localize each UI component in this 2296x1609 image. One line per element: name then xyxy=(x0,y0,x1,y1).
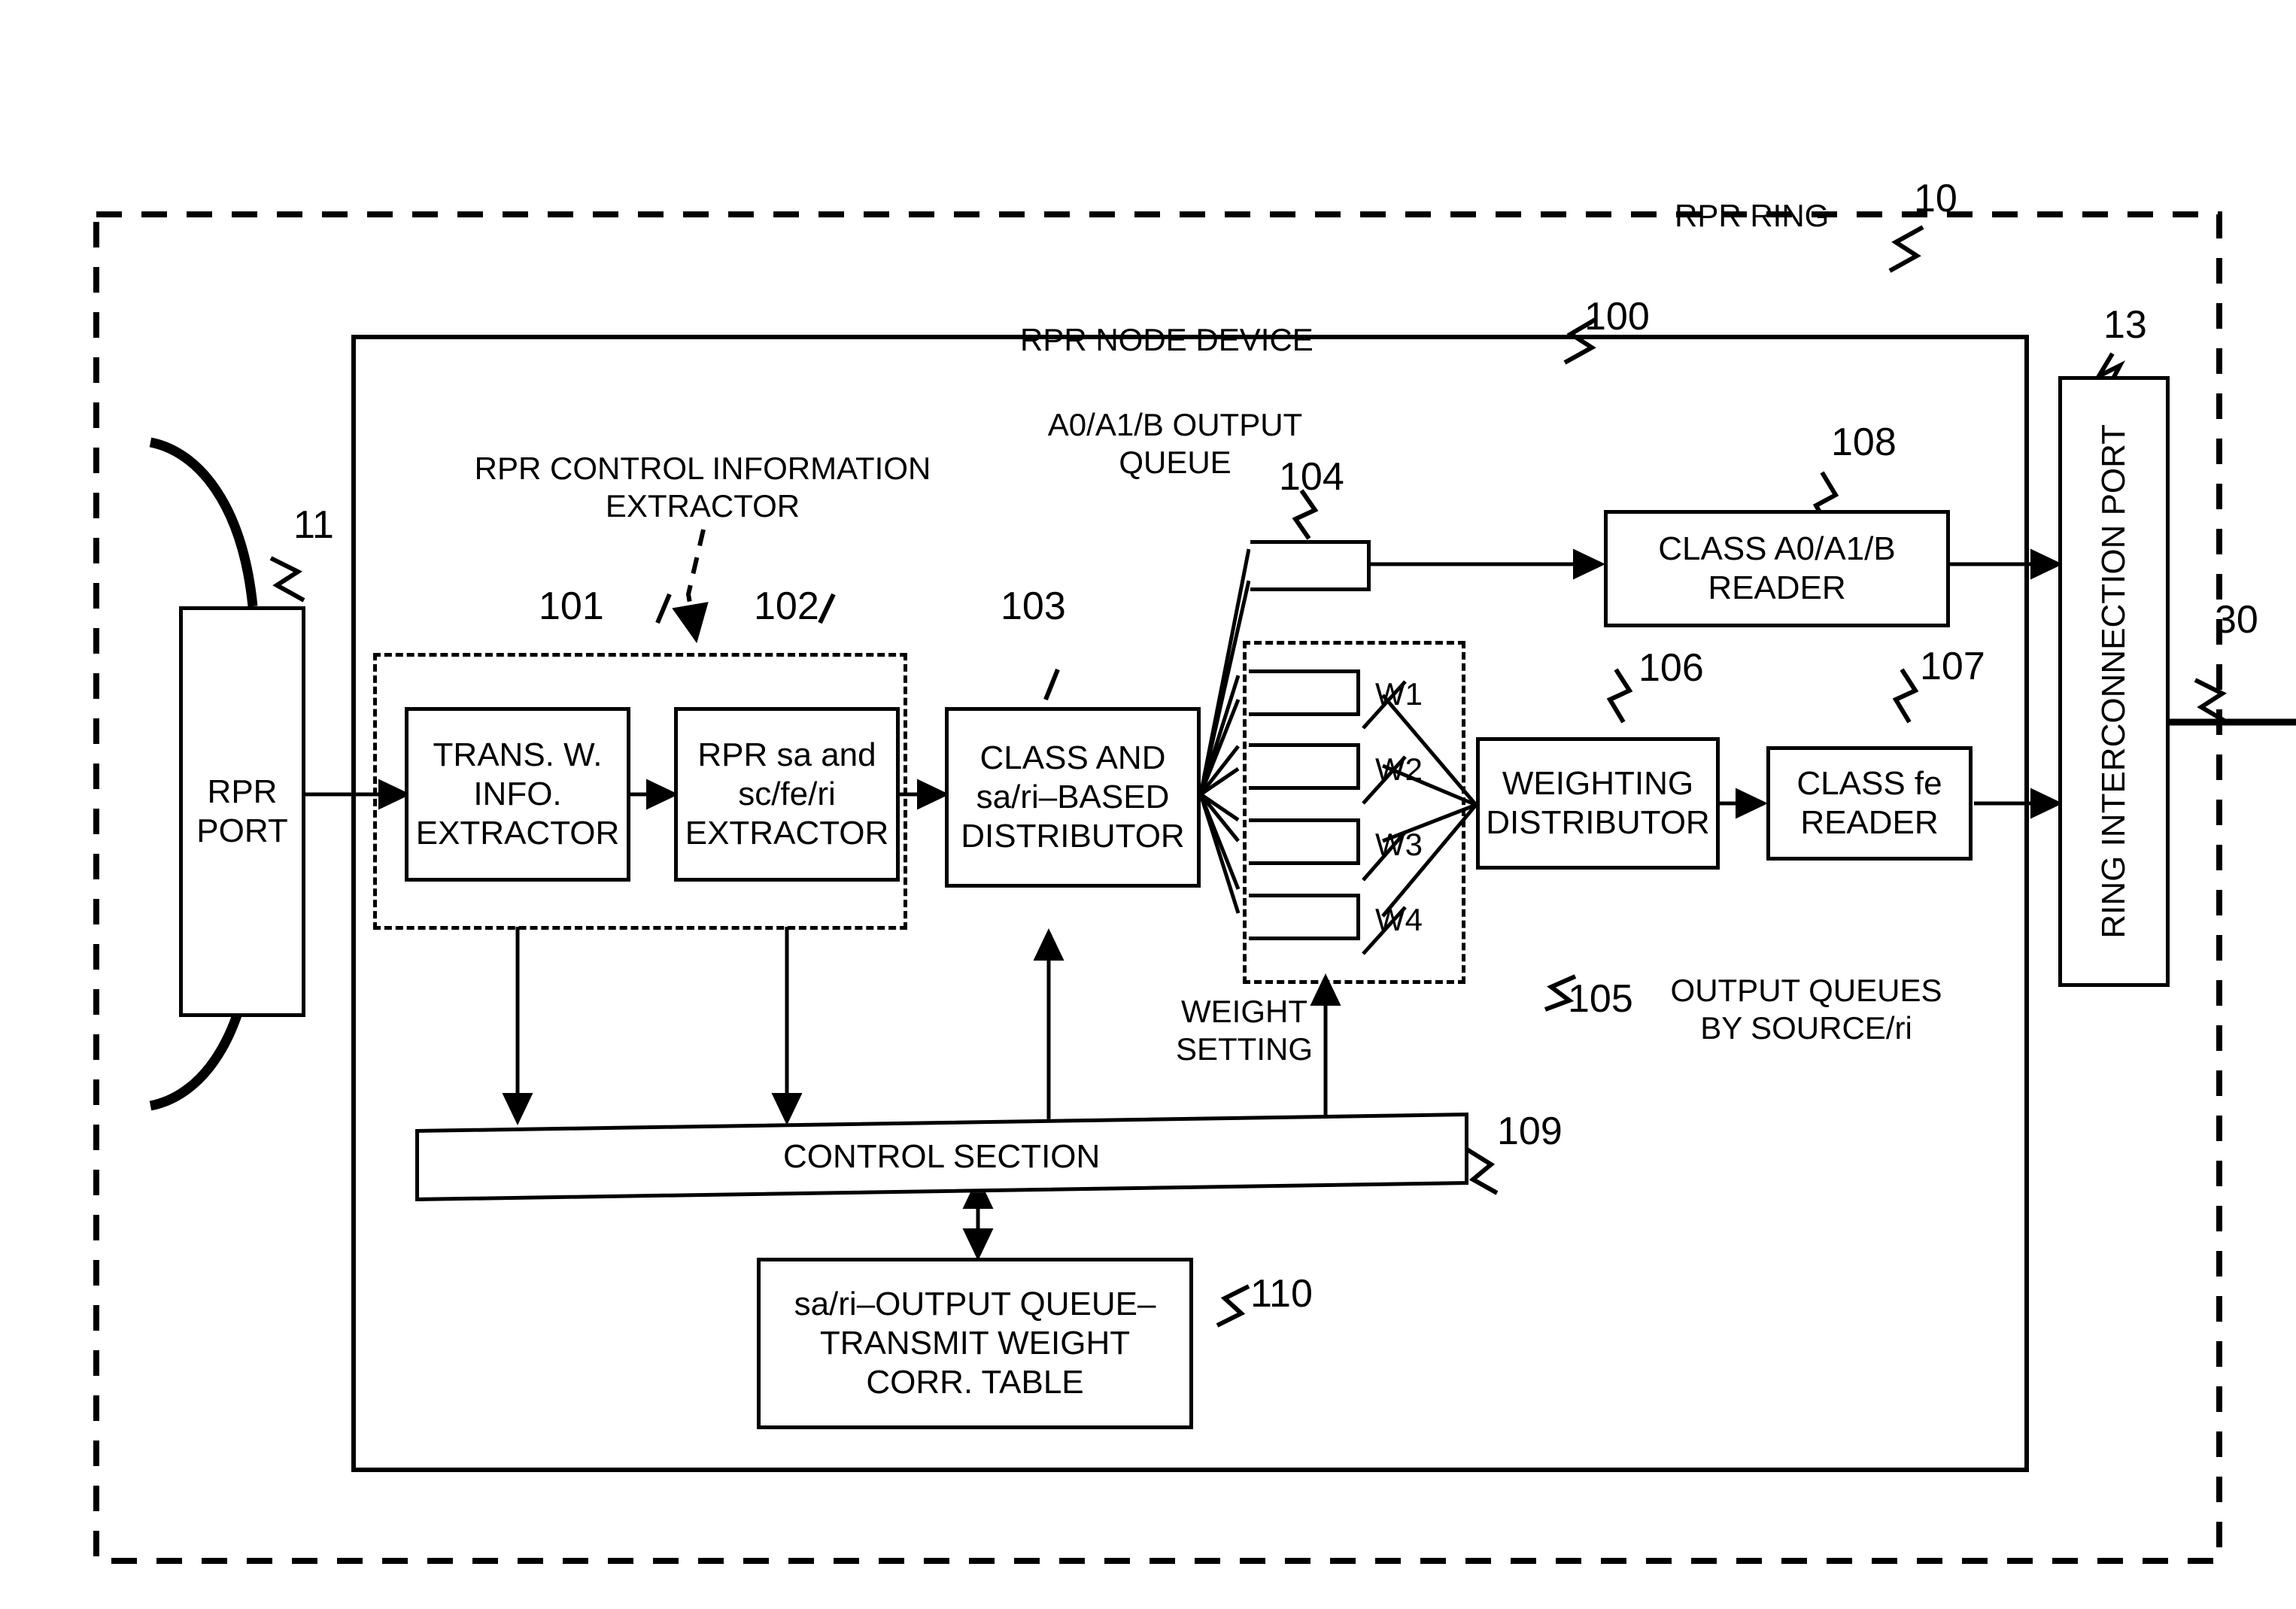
ref-101: 101 xyxy=(539,584,604,628)
leader-102 xyxy=(818,593,836,624)
sa-ri-output-queue-transmit-weight-corr-table-block[interactable]: sa/ri–OUTPUT QUEUE– TRANSMIT WEIGHT CORR… xyxy=(757,1258,1193,1429)
ref-104: 104 xyxy=(1279,455,1344,499)
weighting-distributor-label: WEIGHTING DISTRIBUTOR xyxy=(1486,765,1710,841)
control-section-label: CONTROL SECTION xyxy=(783,1138,1101,1176)
class-and-sa-ri-based-distributor-block[interactable]: CLASS AND sa/ri–BASED DISTRIBUTOR xyxy=(945,707,1201,888)
weighting-distributor-block[interactable]: WEIGHTING DISTRIBUTOR xyxy=(1476,737,1720,870)
ref-13: 13 xyxy=(2103,303,2147,347)
ref-30: 30 xyxy=(2215,598,2258,642)
leader-110 xyxy=(1216,1284,1250,1328)
sa-ri-output-queue-transmit-weight-corr-table-label: sa/ri–OUTPUT QUEUE– TRANSMIT WEIGHT CORR… xyxy=(794,1286,1156,1401)
output-queues-by-source-label: OUTPUT QUEUES BY SOURCE/ri xyxy=(1670,973,1942,1046)
rpr-ring-label: RPR RING xyxy=(1675,198,1830,233)
trans-w-info-extractor-block[interactable]: TRANS. W. INFO. EXTRACTOR xyxy=(405,707,630,882)
ref-100: 100 xyxy=(1584,295,1650,338)
leader-11 xyxy=(269,556,305,603)
leader-10 xyxy=(1888,225,1924,273)
rpr-node-device-label: RPR NODE DEVICE xyxy=(1020,322,1314,357)
ref-11: 11 xyxy=(293,503,334,547)
queue-w4[interactable] xyxy=(1249,894,1360,940)
class-fe-reader-label: CLASS fe READER xyxy=(1796,765,1942,841)
class-fe-reader-block[interactable]: CLASS fe READER xyxy=(1766,746,1973,861)
ref-107: 107 xyxy=(1920,645,1985,688)
figure-canvas: RPR RING 10 RPR NODE DEVICE 100 11 13 30… xyxy=(0,0,2296,1609)
ref-109: 109 xyxy=(1497,1110,1563,1153)
ring-interconnection-port-block[interactable]: RING INTERCONNECTION PORT xyxy=(2058,376,2170,987)
ring-interconnection-port-label: RING INTERCONNECTION PORT xyxy=(2095,424,2133,939)
weight-setting-label: WEIGHT SETTING xyxy=(1175,994,1313,1067)
leader-103 xyxy=(1043,668,1060,701)
ref-105: 105 xyxy=(1568,977,1633,1021)
rpr-port-label: RPR PORT xyxy=(196,773,288,849)
queue-w2[interactable] xyxy=(1249,743,1360,790)
leader-control-info-extractor xyxy=(672,529,709,644)
leader-109 xyxy=(1465,1147,1499,1195)
queue-w2-label: W2 xyxy=(1375,751,1423,787)
ref-103: 103 xyxy=(1001,584,1066,628)
class-a0-a1-b-reader-label: CLASS A0/A1/B READER xyxy=(1658,530,1896,606)
leader-106 xyxy=(1606,668,1633,724)
trans-w-info-extractor-label: TRANS. W. INFO. EXTRACTOR xyxy=(415,736,620,852)
ring-arc-top xyxy=(149,437,258,607)
ref-102: 102 xyxy=(754,584,819,628)
ref-10: 10 xyxy=(1914,177,1957,220)
a0-a1-b-output-queue[interactable] xyxy=(1250,540,1371,591)
queue-w3[interactable] xyxy=(1249,818,1360,865)
rpr-port-block[interactable]: RPR PORT xyxy=(179,606,305,1017)
ref-110: 110 xyxy=(1250,1272,1313,1316)
ref-106: 106 xyxy=(1638,646,1704,690)
queue-w3-label: W3 xyxy=(1375,827,1423,862)
queue-w1-label: W1 xyxy=(1375,676,1423,712)
rpr-control-information-extractor-label: RPR CONTROL INFORMATION EXTRACTOR xyxy=(474,451,931,524)
class-a0-a1-b-reader-block[interactable]: CLASS A0/A1/B READER xyxy=(1604,510,1950,627)
class-and-sa-ri-based-distributor-label: CLASS AND sa/ri–BASED DISTRIBUTOR xyxy=(961,739,1185,855)
leader-107 xyxy=(1892,668,1919,724)
rpr-sa-scfe-ri-extractor-label: RPR sa and sc/fe/ri EXTRACTOR xyxy=(685,736,889,852)
leader-101 xyxy=(655,593,672,624)
queue-w4-label: W4 xyxy=(1375,902,1423,937)
wire-103-to-w4b xyxy=(1198,794,1241,914)
ref-108: 108 xyxy=(1831,420,1897,464)
queue-w1[interactable] xyxy=(1249,669,1360,716)
rpr-sa-scfe-ri-extractor-block[interactable]: RPR sa and sc/fe/ri EXTRACTOR xyxy=(674,707,900,882)
